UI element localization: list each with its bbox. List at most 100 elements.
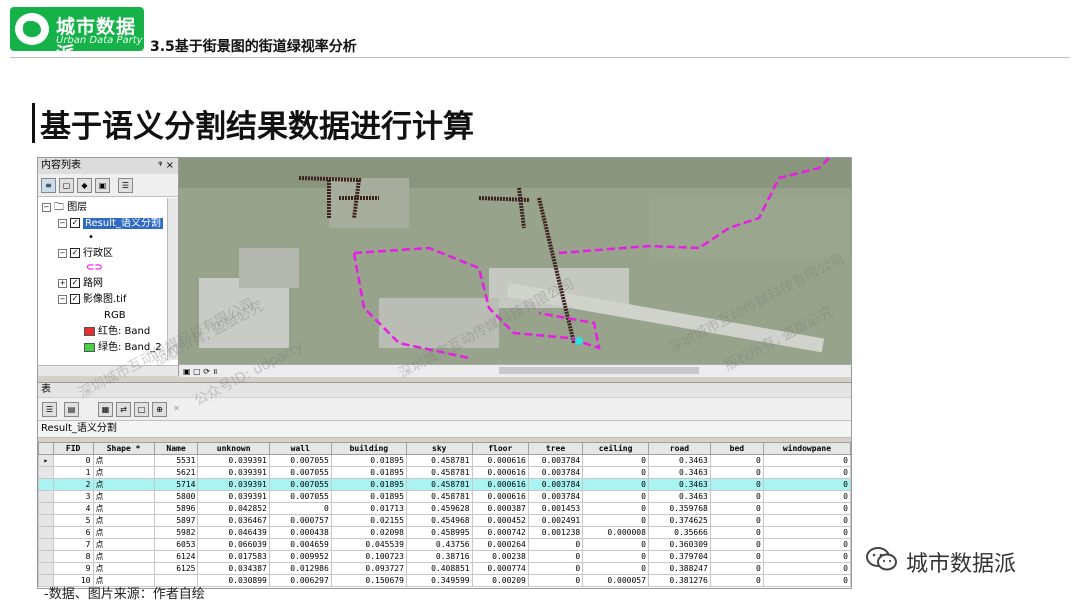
- column-header[interactable]: building: [330, 442, 407, 455]
- tree-row-district[interactable]: − ✓ 行政区: [58, 247, 113, 261]
- table-cell: 0.458781: [405, 490, 473, 503]
- toc-pin-close-icons[interactable]: ᵠ ×: [158, 158, 174, 174]
- table-cell: 9: [52, 562, 94, 575]
- table-cell: 0.454968: [405, 514, 473, 527]
- select-by-attributes-icon[interactable]: ▦: [98, 402, 113, 417]
- delete-selected-icon[interactable]: ✕: [170, 402, 183, 415]
- table-cell: 0.359768: [647, 502, 711, 515]
- table-cell: 0.003784: [527, 478, 584, 491]
- table-cell: 0.045539: [330, 538, 407, 551]
- row-selector[interactable]: [38, 478, 54, 491]
- table-cell: 0: [762, 490, 851, 503]
- toc-horizontal-scrollbar[interactable]: [38, 365, 178, 376]
- table-row[interactable]: 9 点 6125 0.034387 0.012986 0.093727 0.408851 0.…: [38, 562, 851, 575]
- layer-image-label[interactable]: 影像图.tif: [83, 294, 126, 305]
- table-cell: 0.3463: [647, 478, 711, 491]
- column-header[interactable]: road: [647, 442, 711, 455]
- collapse-icon[interactable]: −: [42, 202, 51, 212]
- table-cell: 0.000387: [471, 502, 529, 515]
- list-by-drawing-order-icon[interactable]: ≡: [41, 178, 56, 193]
- column-header[interactable]: unknown: [197, 442, 270, 455]
- tree-row-layers[interactable]: − 🗀 图层: [42, 201, 87, 215]
- table-panel-label: 表: [38, 382, 851, 397]
- tree-row-result[interactable]: − ✓ Result_语义分割: [58, 217, 163, 231]
- tree-row-roads[interactable]: + ✓ 路网: [58, 277, 103, 291]
- table-cell: 0.38716: [405, 550, 473, 563]
- table-row[interactable]: 7 点 6053 0.066039 0.004659 0.045539 0.43756 0.0…: [38, 538, 851, 551]
- row-selector[interactable]: [38, 514, 54, 527]
- table-cell: 0: [582, 478, 649, 491]
- table-row[interactable]: 2 点 5714 0.039391 0.007055 0.01895 0.458781 0.0…: [38, 478, 851, 491]
- table-cell: 0.000438: [268, 526, 332, 539]
- table-cell: 0: [527, 550, 584, 563]
- row-selector[interactable]: [38, 502, 54, 515]
- table-cell: 4: [52, 502, 94, 515]
- table-row[interactable]: 1 点 5621 0.039391 0.007055 0.01895 0.458781 0.0…: [38, 466, 851, 479]
- column-header[interactable]: wall: [268, 442, 332, 455]
- layer-visibility-checkbox[interactable]: ✓: [70, 278, 80, 288]
- column-header[interactable]: tree: [527, 442, 584, 455]
- layer-roads-label[interactable]: 路网: [83, 278, 103, 289]
- list-by-visibility-icon[interactable]: ◆: [77, 178, 92, 193]
- column-header[interactable]: Name: [153, 442, 199, 455]
- layer-visibility-checkbox[interactable]: ✓: [70, 248, 80, 258]
- table-cell: 0.01895: [330, 490, 407, 503]
- table-cell: 0: [709, 478, 764, 491]
- column-header[interactable]: Shape *: [92, 442, 155, 455]
- table-cell: 0: [762, 454, 851, 467]
- column-header[interactable]: floor: [471, 442, 529, 455]
- table-cell: 0: [762, 466, 851, 479]
- map-horizontal-scrollbar[interactable]: [499, 367, 699, 374]
- row-selector[interactable]: ▸: [38, 454, 54, 467]
- switch-selection-icon[interactable]: ⇄: [116, 402, 131, 417]
- table-cell: 0.379704: [647, 550, 711, 563]
- expand-icon[interactable]: +: [58, 278, 67, 288]
- layer-district-label[interactable]: 行政区: [83, 248, 113, 259]
- collapse-icon[interactable]: −: [58, 294, 67, 304]
- map-view[interactable]: [179, 158, 851, 364]
- satellite-map-drawing: [179, 158, 851, 364]
- layer-visibility-checkbox[interactable]: ✓: [70, 294, 80, 304]
- table-options-icon[interactable]: ☰: [42, 402, 57, 417]
- table-row[interactable]: 3 点 5800 0.039391 0.007055 0.01895 0.458781 0.0…: [38, 490, 851, 503]
- tree-row-image[interactable]: − ✓ 影像图.tif: [58, 293, 126, 307]
- related-tables-icon[interactable]: ▤: [64, 402, 79, 417]
- table-of-contents-panel: 内容列表 ᵠ × ≡ ▢ ◆ ▣ ☰ − 🗀 图层 − ✓ Result_语义分割 •…: [38, 158, 179, 376]
- row-selector[interactable]: [38, 550, 54, 563]
- table-row[interactable]: 4 点 5896 0.042852 0 0.01713 0.459628 0.000387 0.…: [38, 502, 851, 515]
- row-selector[interactable]: [38, 562, 54, 575]
- table-toolbar: ☰ ▤ ▦ ⇄ □ ⊕ ✕: [38, 398, 851, 421]
- table-cell: 0.006297: [268, 574, 332, 587]
- zoom-to-selected-icon[interactable]: ⊕: [152, 402, 167, 417]
- layout-view-toggles-icon[interactable]: ▣ ▢ ⟳ ॥: [183, 366, 217, 377]
- table-cell: 6124: [153, 550, 199, 563]
- collapse-icon[interactable]: −: [58, 218, 67, 228]
- band-red-row: 红色: Band: [84, 325, 150, 339]
- layer-result-label[interactable]: Result_语义分割: [83, 218, 163, 229]
- table-cell: 0.000742: [471, 526, 529, 539]
- column-header[interactable]: windowpane: [762, 442, 851, 455]
- layer-visibility-checkbox[interactable]: ✓: [70, 218, 80, 228]
- column-header[interactable]: bed: [709, 442, 764, 455]
- table-cell: 0.3463: [647, 490, 711, 503]
- table-row[interactable]: 8 点 6124 0.017583 0.009952 0.100723 0.38716 0.0…: [38, 550, 851, 563]
- row-selector[interactable]: [38, 526, 54, 539]
- column-header[interactable]: FID: [52, 442, 94, 455]
- table-cell: 0.388247: [647, 562, 711, 575]
- row-selector[interactable]: [38, 466, 54, 479]
- collapse-icon[interactable]: −: [58, 248, 67, 258]
- table-cell: 0.034387: [197, 562, 270, 575]
- table-row[interactable]: 6 点 5982 0.046439 0.000438 0.02098 0.458995 0.0…: [38, 526, 851, 539]
- table-row[interactable]: 5 点 5897 0.036467 0.000757 0.02155 0.454968 0.0…: [38, 514, 851, 527]
- row-selector[interactable]: [38, 490, 54, 503]
- clear-selection-icon[interactable]: □: [134, 402, 149, 417]
- row-selector[interactable]: [38, 538, 54, 551]
- options-icon[interactable]: ☰: [118, 178, 133, 193]
- column-header[interactable]: sky: [405, 442, 473, 455]
- toc-vertical-scrollbar[interactable]: [167, 198, 178, 360]
- list-by-source-icon[interactable]: ▢: [59, 178, 74, 193]
- table-row[interactable]: ▸ 0 点 5531 0.039391 0.007055 0.01895 0.458781 0.…: [38, 454, 851, 467]
- table-cell: 6125: [153, 562, 199, 575]
- column-header[interactable]: ceiling: [582, 442, 649, 455]
- list-by-selection-icon[interactable]: ▣: [95, 178, 110, 193]
